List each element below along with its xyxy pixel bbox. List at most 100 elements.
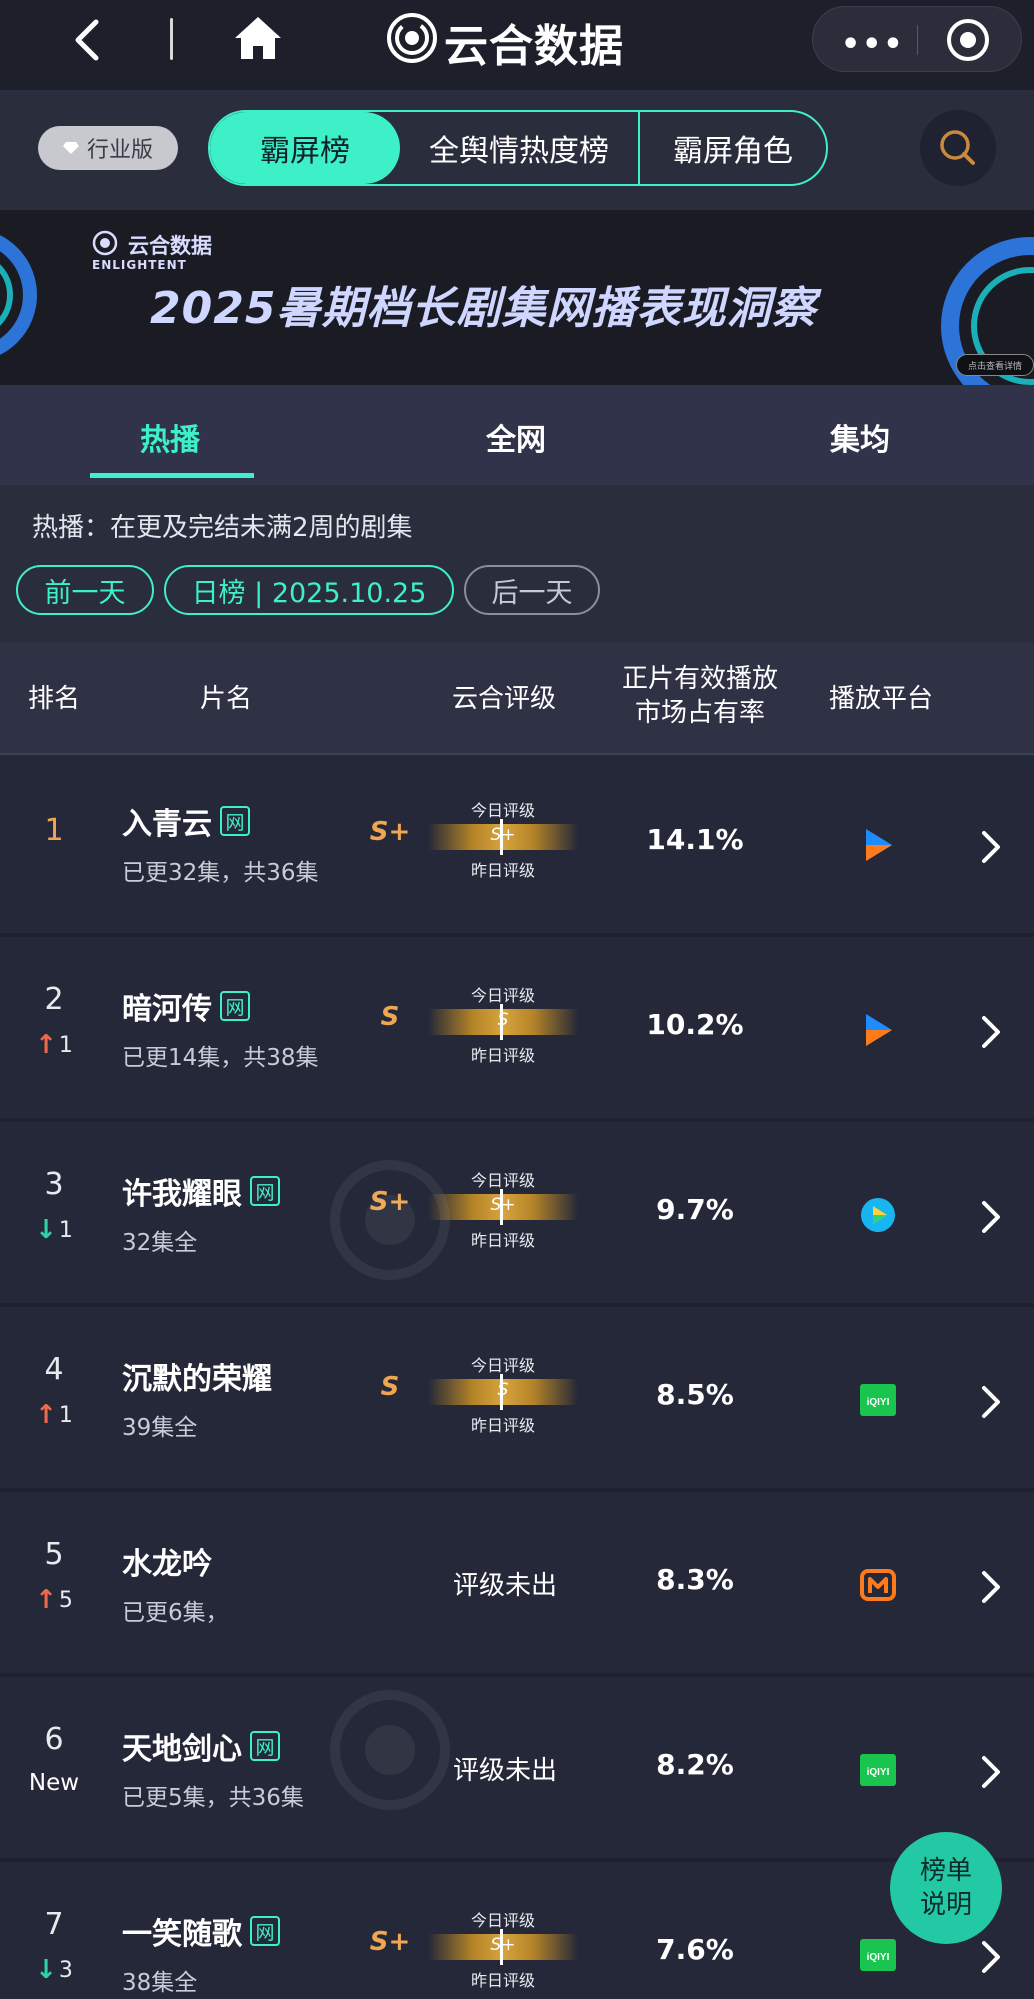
table-row[interactable]: 3 ↓ 1 许我耀眼网 32集全 S+ 今日评级 S+ 昨日评级 9.7% xyxy=(0,1127,1034,1307)
svg-text:iQIYI: iQIYI xyxy=(867,1952,890,1963)
rank-change-value: 5 xyxy=(58,1587,73,1613)
chevron-right-icon[interactable] xyxy=(980,1014,1002,1050)
chevron-right-icon[interactable] xyxy=(980,829,1002,865)
chevron-right-icon[interactable] xyxy=(980,1569,1002,1605)
rank-up-icon: ↑ xyxy=(35,1030,57,1060)
scope-tabs: 热播 全网 集均 xyxy=(0,385,1034,485)
banner-brand: 云合数据 ENLIGHTENT xyxy=(92,228,242,278)
tab-hot-airing[interactable]: 热播 xyxy=(140,415,200,459)
drama-title-group: 许我耀眼网 xyxy=(122,1169,280,1213)
market-share: 8.2% xyxy=(656,1748,734,1781)
chevron-right-icon[interactable] xyxy=(980,1754,1002,1790)
web-drama-tag: 网 xyxy=(250,1176,280,1206)
header-rank: 排名 xyxy=(27,684,80,714)
web-drama-tag: 网 xyxy=(250,1731,280,1761)
chevron-right-icon[interactable] xyxy=(980,1939,1002,1975)
grade-comparison-bar: 今日评级 S+ 昨日评级 xyxy=(424,1167,582,1267)
chevron-right-icon[interactable] xyxy=(980,1199,1002,1235)
chevron-right-icon[interactable] xyxy=(980,1384,1002,1420)
back-icon[interactable] xyxy=(64,16,112,64)
grade-today-label: 今日评级 xyxy=(470,801,535,820)
app-title: 云合数据 xyxy=(444,21,624,72)
table-row[interactable]: 6 New 天地剑心网已更5集，共36集 评级未出 8.2% iQIYI xyxy=(0,1682,1034,1862)
tab-dominant-role[interactable]: 霸屏角色 xyxy=(640,112,826,184)
grade-bar-letter: S+ xyxy=(490,825,516,845)
rank-up-icon: ↑ xyxy=(35,1585,57,1615)
header-title: 片名 xyxy=(199,684,252,714)
grade-comparison-bar: 今日评级 S+ 昨日评级 xyxy=(424,1907,582,1999)
drama-title: 一笑随歌 xyxy=(122,1917,242,1952)
grade-today-label: 今日评级 xyxy=(470,1911,535,1930)
yunhe-grade: S xyxy=(380,1002,400,1032)
table-row[interactable]: 1 入青云网已更32集，共36集 S+ 今日评级 S+ 昨日评级 14.1% xyxy=(0,757,1034,937)
svg-text:iQIYI: iQIYI xyxy=(867,1397,890,1408)
banner-cta[interactable]: 点击查看详情 xyxy=(956,354,1034,376)
rank-change-value: 3 xyxy=(58,1957,73,1983)
yunhe-grade: S+ xyxy=(369,1927,411,1957)
episode-status: 已更32集，共36集 xyxy=(122,860,319,886)
grade-not-available: 评级未出 xyxy=(452,1571,557,1601)
web-drama-tag: 网 xyxy=(220,991,250,1021)
iqiyi-icon: iQIYI xyxy=(858,1380,898,1420)
episode-status: 32集全 xyxy=(122,1230,198,1256)
rank-change-value: 1 xyxy=(58,1402,73,1428)
drama-title: 暗河传 xyxy=(122,992,212,1027)
drama-title-group: 暗河传网 xyxy=(122,984,250,1028)
rank-down-icon: ↓ xyxy=(35,1955,57,1985)
market-share: 9.7% xyxy=(656,1193,734,1226)
rank-up-icon: ↑ xyxy=(35,1400,57,1430)
grade-yesterday-label: 昨日评级 xyxy=(470,1416,535,1435)
yunhe-grade: S xyxy=(380,1372,400,1402)
grade-bar-letter: S+ xyxy=(490,1195,516,1215)
edition-badge[interactable]: 行业版 xyxy=(38,126,178,170)
close-miniapp-icon[interactable] xyxy=(947,19,989,61)
prev-day-button[interactable]: 前一天 xyxy=(16,565,154,615)
tab-all-network[interactable]: 全网 xyxy=(486,415,546,459)
table-row[interactable]: 2 ↑ 1 暗河传网已更14集，共38集 S 今日评级 S 昨日评级 10.2% xyxy=(0,942,1034,1122)
tencent-video-icon xyxy=(858,1195,898,1235)
tab-dominant-screen[interactable]: 霸屏榜 xyxy=(210,112,400,184)
table-header: 排名 片名 云合评级 正片有效播放 市场占有率 播放平台 xyxy=(0,643,1034,755)
drama-title: 许我耀眼 xyxy=(122,1177,242,1212)
rank-number: 3 xyxy=(44,1167,64,1202)
grade-bar-letter: S+ xyxy=(490,1935,516,1955)
rank-change-value: 1 xyxy=(58,1217,73,1243)
help-line1: 榜单 xyxy=(919,1856,972,1886)
current-date-button[interactable]: 日榜 | 2025.10.25 xyxy=(164,565,454,615)
table-row[interactable]: 4 ↑ 1 沉默的荣耀 39集全 S 今日评级 S 昨日评级 8.5% iQIYI xyxy=(0,1312,1034,1492)
promo-banner[interactable]: 云合数据 ENLIGHTENT 2025暑期档长剧集网播表现洞察 点击查看详情 xyxy=(0,210,1034,385)
banner-title: 2025暑期档长剧集网播表现洞察 xyxy=(150,283,817,334)
next-day-button[interactable]: 后一天 xyxy=(464,565,600,615)
grade-today-label: 今日评级 xyxy=(470,986,535,1005)
rank-number: 4 xyxy=(44,1352,64,1387)
table-row[interactable]: 7 ↓ 3 一笑随歌网 38集全 S+ 今日评级 S+ 昨日评级 7.6% iQIYI xyxy=(0,1867,1034,1999)
grade-bar-letter: S xyxy=(497,1010,509,1030)
drama-title: 沉默的荣耀 xyxy=(122,1362,272,1397)
rank-change: ↓ 1 xyxy=(0,1215,108,1245)
ranking-explanation-button[interactable]: 榜单 说明 xyxy=(890,1832,1002,1944)
episode-status: 已更6集， xyxy=(122,1600,229,1626)
rank-change-value: 1 xyxy=(58,1032,73,1058)
grade-comparison-bar: 今日评级 S 昨日评级 xyxy=(424,982,582,1082)
top-nav-bar: 云合数据 ••• xyxy=(0,0,1034,90)
grade-not-available: 评级未出 xyxy=(452,1756,557,1786)
drama-title-group: 水龙吟 xyxy=(122,1539,212,1583)
scope-description: 热播：在更及完结未满2周的剧集 xyxy=(32,513,413,543)
market-share: 10.2% xyxy=(646,1008,744,1041)
episode-status: 39集全 xyxy=(122,1415,198,1441)
tab-episode-average[interactable]: 集均 xyxy=(830,415,890,459)
home-icon[interactable] xyxy=(232,14,284,62)
grade-today-label: 今日评级 xyxy=(470,1356,535,1375)
more-icon[interactable]: ••• xyxy=(841,27,905,62)
svg-text:iQIYI: iQIYI xyxy=(867,1767,890,1778)
rank-down-icon: ↓ xyxy=(35,1215,57,1245)
grade-yesterday-label: 昨日评级 xyxy=(470,1971,535,1990)
rank-change: New xyxy=(0,1770,108,1796)
table-row[interactable]: 5 ↑ 5 水龙吟 已更6集， 评级未出 8.3% xyxy=(0,1497,1034,1677)
tab-full-sentiment-heat[interactable]: 全舆情热度榜 xyxy=(400,112,640,184)
header-share-line2: 市场占有率 xyxy=(634,698,765,728)
rank-change: ↑ 5 xyxy=(0,1585,108,1615)
drama-title: 天地剑心 xyxy=(122,1732,242,1767)
episode-status: 38集全 xyxy=(122,1970,198,1996)
search-icon[interactable] xyxy=(920,110,996,186)
